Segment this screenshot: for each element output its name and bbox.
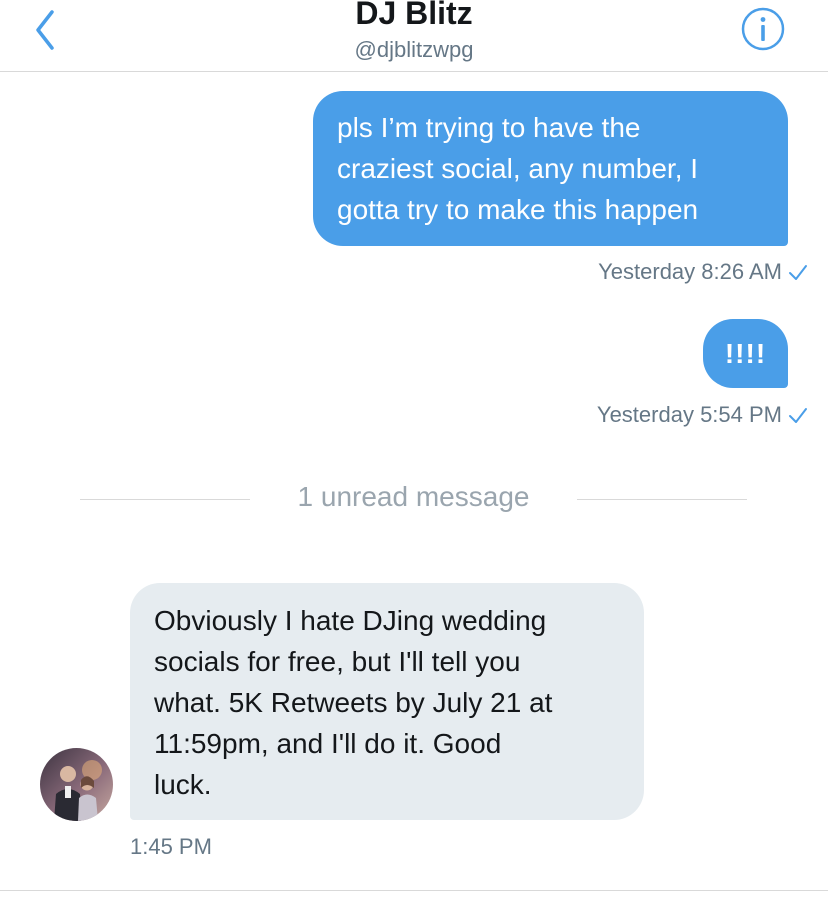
message-bubble-incoming[interactable]: Obviously I hate DJing wedding socials f… (130, 583, 644, 820)
message-text-line: gotta try to make this happen (337, 194, 699, 225)
message-text-line: what. 5K Retweets by July 21 at (154, 687, 553, 718)
conversation-title: DJ Blitz (355, 0, 473, 31)
conversation-handle: @djblitzwpg (354, 37, 474, 62)
conversation-header: DJ Blitz @djblitzwpg (0, 0, 828, 72)
unread-divider-label: 1 unread message (297, 481, 530, 512)
message-text-line: luck. (154, 769, 212, 800)
checkmark-icon (789, 408, 807, 423)
message-timestamp: Yesterday 8:26 AM (598, 259, 782, 284)
avatar-photo (40, 748, 113, 821)
message-text-line: 11:59pm, and I'll do it. Good (154, 728, 502, 759)
message-text-line: craziest social, any number, I (337, 153, 699, 184)
message-timestamp: Yesterday 5:54 PM (596, 402, 782, 427)
message-bubble-outgoing[interactable]: pls I’m trying to have the craziest soci… (313, 91, 788, 246)
message-timestamp: 1:45 PM (130, 834, 212, 859)
unread-divider-line (577, 499, 747, 500)
avatar[interactable] (40, 748, 113, 821)
info-icon (741, 7, 785, 51)
unread-divider-line (80, 499, 250, 500)
message-text-line: socials for free, but I'll tell you (154, 646, 521, 677)
info-button[interactable] (740, 6, 786, 52)
message-text-line: !!!! (724, 338, 767, 369)
message-text-line: Obviously I hate DJing wedding (154, 605, 547, 636)
message-bubble-outgoing[interactable]: !!!! (703, 319, 788, 388)
message-text-line: pls I’m trying to have the (337, 112, 641, 143)
composer-divider (0, 890, 828, 891)
checkmark-icon (789, 265, 807, 280)
